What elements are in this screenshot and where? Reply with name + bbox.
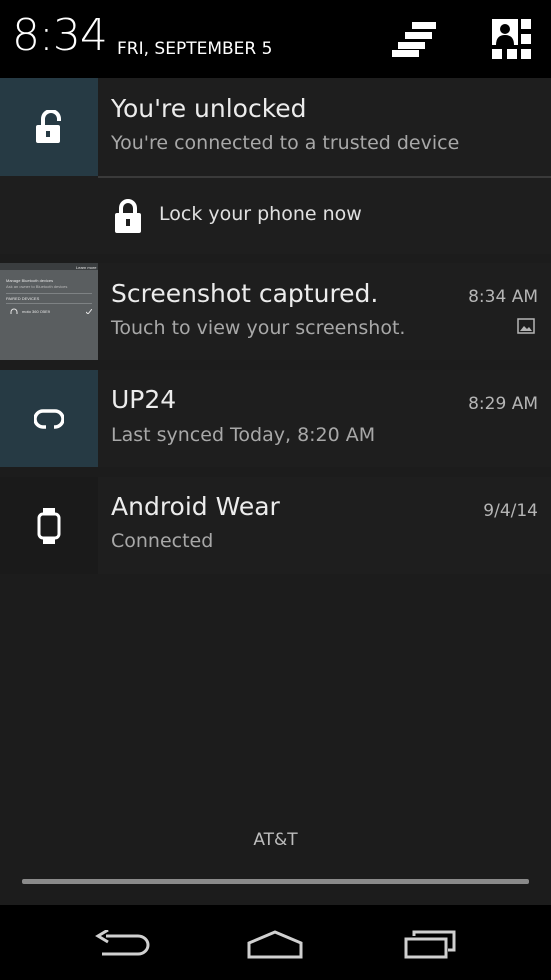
wear-title: Android Wear bbox=[111, 492, 280, 521]
screenshot-thumbnail: Learn more Manage Bluetooth devices Ask … bbox=[0, 263, 98, 360]
shade-drag-handle[interactable] bbox=[22, 879, 529, 884]
settings-toggle-icon bbox=[392, 22, 436, 57]
recents-icon bbox=[404, 930, 456, 959]
user-switch-button[interactable] bbox=[484, 14, 540, 64]
check-icon bbox=[86, 309, 92, 314]
wear-time: 9/4/14 bbox=[483, 501, 538, 521]
unlock-icon-box bbox=[0, 78, 98, 176]
trusted-subtitle: You're connected to a trusted device bbox=[111, 132, 460, 154]
thumb-sub-text: Ask an owner to Bluetooth devices bbox=[6, 284, 68, 289]
date: FRI, SEPTEMBER 5 bbox=[117, 39, 273, 59]
lock-icon bbox=[115, 199, 141, 233]
home-button[interactable] bbox=[235, 923, 315, 967]
notification-shade: You're unlocked You're connected to a tr… bbox=[0, 78, 551, 905]
recents-button[interactable] bbox=[390, 923, 470, 967]
clock: 8:34 bbox=[12, 10, 108, 61]
up24-icon-box bbox=[0, 370, 98, 467]
thumb-section-text: PAIRED DEVICES bbox=[6, 296, 40, 301]
quick-settings-button[interactable] bbox=[388, 14, 444, 64]
up24-subtitle: Last synced Today, 8:20 AM bbox=[111, 424, 376, 446]
back-icon bbox=[95, 930, 150, 956]
image-icon bbox=[517, 318, 535, 334]
thumb-line bbox=[6, 303, 92, 304]
screenshot-time: 8:34 AM bbox=[468, 287, 538, 307]
up24-time: 8:29 AM bbox=[468, 394, 538, 414]
headphones-icon bbox=[10, 308, 18, 314]
watch-icon bbox=[37, 507, 61, 544]
back-button[interactable] bbox=[82, 923, 162, 967]
navigation-bar bbox=[0, 905, 551, 980]
trusted-title: You're unlocked bbox=[111, 94, 307, 123]
notification-screenshot[interactable]: Learn more Manage Bluetooth devices Ask … bbox=[0, 263, 551, 360]
screenshot-title: Screenshot captured. bbox=[111, 279, 379, 308]
lock-phone-label: Lock your phone now bbox=[159, 203, 362, 225]
thumb-header-text: Learn more bbox=[76, 265, 97, 270]
notification-up24[interactable]: UP24 Last synced Today, 8:20 AM 8:29 AM bbox=[0, 370, 551, 467]
thumb-device-text: moto 360 O5E9 bbox=[22, 309, 51, 314]
lock-phone-button[interactable]: Lock your phone now bbox=[98, 178, 551, 254]
wear-subtitle: Connected bbox=[111, 530, 214, 552]
notification-trusted-device[interactable]: You're unlocked You're connected to a tr… bbox=[0, 78, 551, 254]
notification-android-wear[interactable]: Android Wear Connected 9/4/14 bbox=[0, 477, 551, 574]
wear-icon-box bbox=[0, 477, 98, 574]
thumb-line bbox=[6, 293, 92, 294]
user-switch-icon bbox=[492, 19, 531, 59]
up-band-icon bbox=[34, 408, 64, 430]
home-icon bbox=[247, 930, 303, 959]
unlocked-padlock-icon bbox=[36, 110, 61, 143]
thumb-title-text: Manage Bluetooth devices bbox=[6, 278, 54, 283]
carrier-label: AT&T bbox=[253, 830, 298, 850]
status-header: 8:34 FRI, SEPTEMBER 5 bbox=[0, 0, 551, 78]
screenshot-subtitle: Touch to view your screenshot. bbox=[111, 317, 406, 339]
up24-title: UP24 bbox=[111, 385, 177, 414]
